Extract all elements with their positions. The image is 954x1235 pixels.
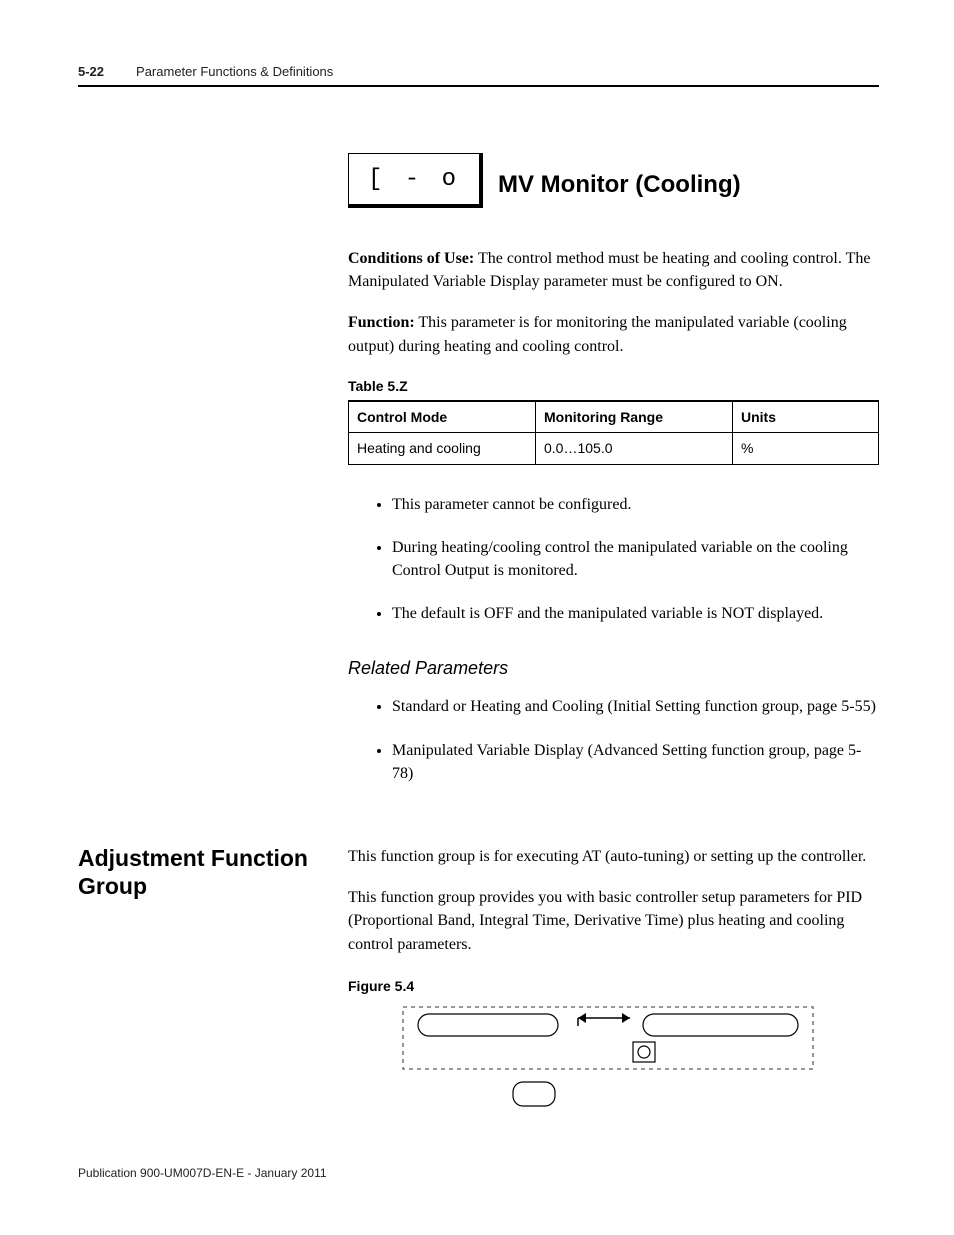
conditions-paragraph: Conditions of Use: The control method mu…: [348, 247, 879, 293]
conditions-label: Conditions of Use:: [348, 250, 474, 267]
figure-caption: Figure 5.4: [348, 976, 879, 996]
function-label: Function:: [348, 314, 415, 331]
section-paragraph: This function group is for executing AT …: [348, 845, 879, 868]
function-paragraph: Function: This parameter is for monitori…: [348, 311, 879, 357]
list-item: Manipulated Variable Display (Advanced S…: [392, 739, 879, 785]
function-text: This parameter is for monitoring the man…: [348, 314, 847, 354]
list-item: This parameter cannot be configured.: [392, 493, 879, 516]
page-number: 5-22: [78, 64, 104, 79]
section-paragraph: This function group provides you with ba…: [348, 886, 879, 956]
table-row: Heating and cooling 0.0…105.0 %: [349, 433, 879, 464]
related-parameters-list: Standard or Heating and Cooling (Initial…: [348, 695, 879, 785]
table-cell: %: [733, 433, 879, 464]
list-item: During heating/cooling control the manip…: [392, 536, 879, 582]
list-item: Standard or Heating and Cooling (Initial…: [392, 695, 879, 718]
table-cell: Heating and cooling: [349, 433, 536, 464]
parameter-symbol: [ - o: [368, 166, 460, 193]
parameter-title: MV Monitor (Cooling): [498, 171, 741, 199]
table-header-cell: Units: [733, 401, 879, 433]
table-header-cell: Control Mode: [349, 401, 536, 433]
running-header: 5-22 Parameter Functions & Definitions: [78, 64, 879, 79]
related-parameters-heading: Related Parameters: [348, 655, 879, 681]
parameter-header: [ - o MV Monitor (Cooling): [348, 153, 879, 205]
list-item: The default is OFF and the manipulated v…: [392, 602, 879, 625]
header-rule: [78, 85, 879, 87]
parameter-table: Control Mode Monitoring Range Units Heat…: [348, 400, 879, 465]
chapter-title: Parameter Functions & Definitions: [136, 64, 333, 79]
section-heading: Adjustment Function Group: [78, 845, 336, 900]
figure-diagram: [398, 1002, 818, 1112]
notes-list: This parameter cannot be configured. Dur…: [348, 493, 879, 626]
table-caption: Table 5.Z: [348, 376, 879, 396]
footer-publication: Publication 900-UM007D-EN-E - January 20…: [78, 1166, 327, 1180]
table-header-cell: Monitoring Range: [536, 401, 733, 433]
table-header-row: Control Mode Monitoring Range Units: [349, 401, 879, 433]
parameter-symbol-box: [ - o: [348, 153, 480, 205]
table-cell: 0.0…105.0: [536, 433, 733, 464]
